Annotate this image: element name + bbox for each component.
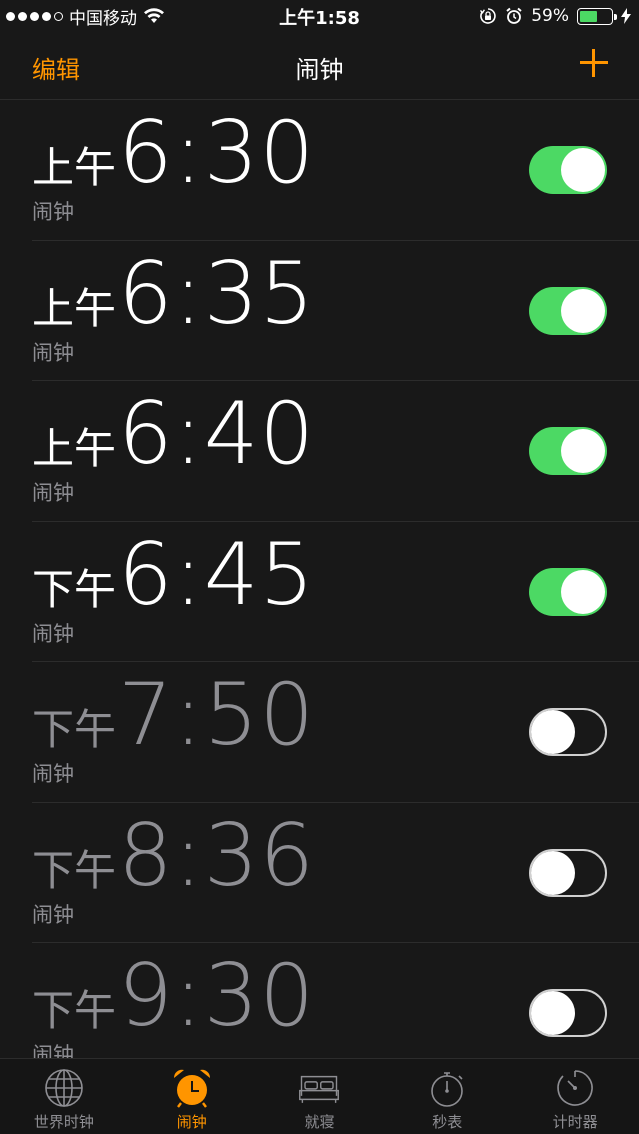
- alarm-ampm: 上午: [32, 143, 117, 192]
- tab-label: 闹钟: [176, 1113, 207, 1131]
- alarm-time: 7:50: [118, 665, 316, 765]
- toggle-knob: [531, 710, 575, 754]
- alarm-row[interactable]: 上午 6:40 闹钟: [32, 381, 639, 522]
- toggle-knob: [561, 288, 605, 333]
- toggle-knob: [561, 429, 605, 473]
- add-alarm-button[interactable]: [579, 48, 609, 78]
- alarm-time: 8:36: [118, 805, 316, 906]
- navigation-bar: 编辑 闹钟: [0, 34, 639, 100]
- alarm-time: 6:30: [118, 103, 316, 203]
- alarm-label: 闹钟: [32, 1043, 74, 1058]
- globe-icon: [45, 1069, 83, 1107]
- alarm-time: 6:35: [118, 243, 316, 344]
- alarm-toggle[interactable]: [529, 848, 607, 897]
- alarm-row[interactable]: 上午 6:35 闹钟: [32, 241, 639, 381]
- alarm-time-line: 下午 9:30: [32, 953, 315, 1039]
- alarm-time: 9:30: [118, 946, 316, 1046]
- tab-timer[interactable]: 计时器: [511, 1059, 639, 1134]
- tab-label: 世界时钟: [33, 1113, 94, 1131]
- status-right: 59%: [479, 4, 631, 28]
- alarm-clock-icon: [173, 1069, 210, 1108]
- alarm-time-line: 下午 6:45: [32, 532, 315, 618]
- tab-label: 计时器: [552, 1113, 598, 1131]
- page-title: 闹钟: [295, 56, 344, 84]
- tab-label: 就寝: [304, 1113, 335, 1131]
- stopwatch-icon: [431, 1072, 464, 1107]
- status-bar: 中国移动 上午1:58 59%: [0, 0, 639, 34]
- alarm-status-icon: [506, 7, 522, 24]
- alarm-toggle[interactable]: [529, 286, 607, 335]
- tab-label: 秒表: [432, 1113, 463, 1131]
- timer-icon: [557, 1070, 593, 1106]
- alarm-toggle[interactable]: [529, 567, 607, 616]
- alarm-label: 闹钟: [32, 762, 74, 786]
- alarm-list: 上午 6:30 闹钟 上午 6:35 闹钟 上午 6:40 闹钟 下午 6:45 闹钟 下午 7:50 闹钟…: [0, 100, 639, 1058]
- alarm-toggle[interactable]: [529, 427, 607, 475]
- toggle-knob: [561, 148, 605, 192]
- orientation-lock-icon: [480, 8, 496, 24]
- alarm-ampm: 上午: [32, 283, 117, 333]
- bed-icon: [299, 1075, 340, 1103]
- battery-icon: [577, 7, 617, 25]
- alarm-time: 6:45: [118, 524, 316, 625]
- tab-bar: 世界时钟 闹钟 就寝 秒表 计时器: [0, 1058, 639, 1134]
- alarm-ampm: 下午: [32, 705, 117, 754]
- alarm-ampm: 上午: [32, 424, 117, 473]
- alarm-label: 闹钟: [32, 340, 74, 365]
- alarm-label: 闹钟: [32, 621, 74, 646]
- tab-bedtime[interactable]: 就寝: [256, 1059, 384, 1134]
- toggle-knob: [531, 991, 575, 1035]
- battery-percent: 59%: [531, 6, 569, 26]
- alarm-label: 闹钟: [32, 200, 74, 224]
- alarm-time-line: 下午 7:50: [32, 672, 315, 758]
- tab-world-clock[interactable]: 世界时钟: [0, 1059, 128, 1134]
- charging-bolt-icon: [621, 8, 631, 24]
- tab-alarm[interactable]: 闹钟: [128, 1059, 256, 1134]
- alarm-toggle[interactable]: [529, 146, 607, 194]
- alarm-time-line: 上午 6:30: [32, 110, 315, 196]
- alarm-row[interactable]: 上午 6:30 闹钟: [32, 100, 639, 241]
- tab-stopwatch[interactable]: 秒表: [383, 1059, 511, 1134]
- alarm-time-line: 上午 6:35: [32, 251, 315, 337]
- alarm-toggle[interactable]: [529, 989, 607, 1037]
- battery-fill: [580, 10, 598, 22]
- alarm-row[interactable]: 下午 8:36 闹钟: [32, 803, 639, 943]
- alarm-label: 闹钟: [32, 902, 74, 927]
- alarm-row[interactable]: 下午 9:30 闹钟: [32, 943, 639, 1058]
- alarm-toggle[interactable]: [529, 708, 607, 756]
- alarm-time: 6:40: [118, 384, 316, 484]
- toggle-knob: [561, 569, 605, 614]
- alarm-ampm: 下午: [32, 564, 117, 614]
- alarm-label: 闹钟: [32, 481, 74, 505]
- alarm-ampm: 下午: [32, 845, 117, 895]
- alarm-time-line: 上午 6:40: [32, 391, 315, 477]
- toggle-knob: [531, 850, 575, 895]
- alarm-row[interactable]: 下午 7:50 闹钟: [32, 662, 639, 803]
- alarm-time-line: 下午 8:36: [32, 813, 315, 899]
- alarm-ampm: 下午: [32, 986, 117, 1035]
- alarm-row[interactable]: 下午 6:45 闹钟: [32, 522, 639, 662]
